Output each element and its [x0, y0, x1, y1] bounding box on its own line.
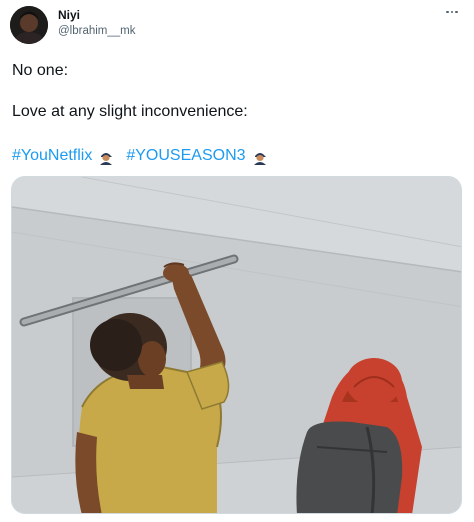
user-avatar-icon: [10, 6, 48, 44]
hashtag-link-younetflix[interactable]: #YouNetflix: [12, 146, 92, 166]
tweet-media-image[interactable]: [11, 176, 462, 514]
author-display-name[interactable]: Niyi: [58, 8, 80, 22]
hashtag-row: #YouNetflix #YOUSEASON3: [12, 146, 268, 166]
person-in-cap-emoji-icon: [100, 153, 113, 165]
more-options-dot: [455, 10, 458, 14]
tweet-card: Niyi @lbrahim__mk No one: Love at any sl…: [0, 0, 474, 522]
more-options-button[interactable]: [440, 4, 464, 20]
author-handle[interactable]: @lbrahim__mk: [58, 24, 136, 38]
person-in-cap-emoji-icon: [253, 153, 266, 165]
tweet-text-line: No one:: [12, 62, 69, 79]
tweet-text-line: Love at any slight inconvenience:: [12, 103, 248, 120]
hashtag-link-youseason3[interactable]: #YOUSEASON3: [126, 146, 245, 166]
meme-illustration-icon: [12, 177, 461, 513]
more-options-dot: [450, 10, 454, 14]
author-avatar[interactable]: [10, 6, 48, 44]
more-options-icon: [446, 10, 449, 14]
